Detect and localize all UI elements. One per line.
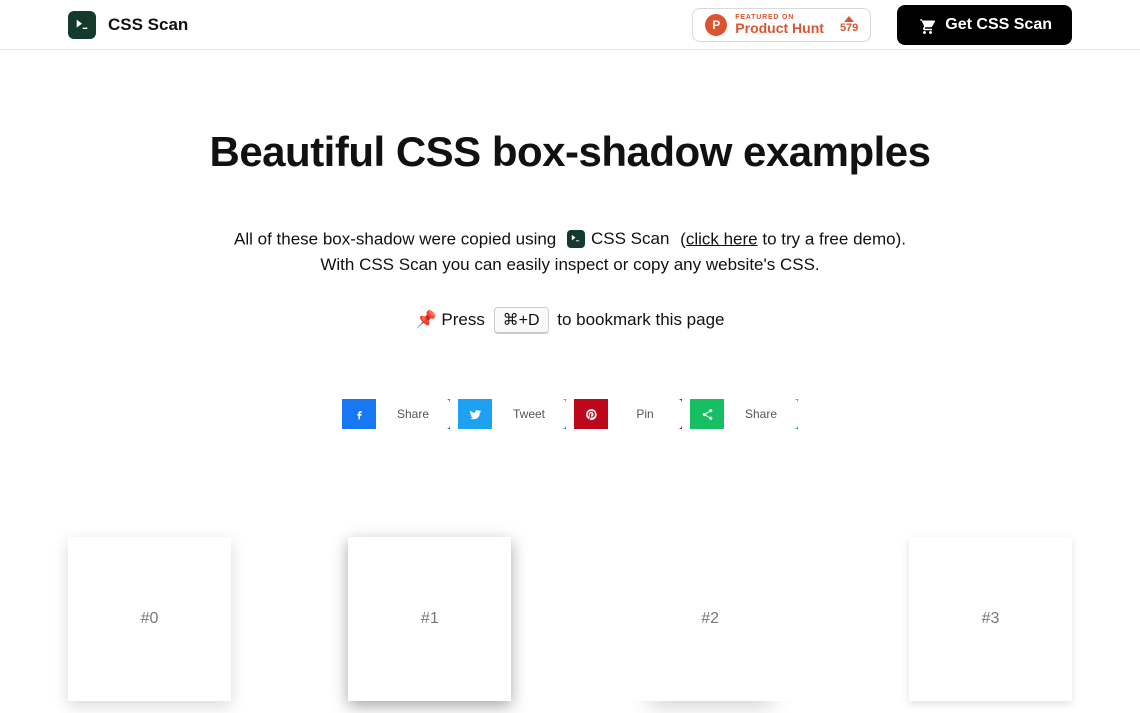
click-here-link[interactable]: click here (686, 229, 758, 248)
site-header: CSS Scan P Featured on Product Hunt 579 … (0, 0, 1140, 50)
shadow-card[interactable]: #3 (909, 537, 1072, 701)
main-content: Beautiful CSS box-shadow examples All of… (0, 50, 1140, 701)
card-label: #2 (701, 610, 719, 628)
intro-prefix: All of these box-shadow were copied usin… (234, 229, 561, 248)
brand[interactable]: CSS Scan (68, 11, 188, 39)
intro-line2: With CSS Scan you can easily inspect or … (320, 255, 819, 274)
product-hunt-badge[interactable]: P Featured on Product Hunt 579 (692, 8, 871, 42)
bookmark-hint: 📌 Press ⌘+D to bookmark this page (0, 307, 1140, 334)
share-facebook-button[interactable]: Share (342, 399, 450, 429)
card-label: #3 (982, 610, 1000, 628)
share-twitter-label: Tweet (492, 399, 566, 429)
share-bar: Share Tweet Pin Share (0, 399, 1140, 429)
sharethis-icon (690, 399, 724, 429)
card-label: #1 (421, 610, 439, 628)
twitter-icon (458, 399, 492, 429)
shadow-card[interactable]: #1 (348, 537, 511, 701)
share-pinterest-button[interactable]: Pin (574, 399, 682, 429)
page-title: Beautiful CSS box-shadow examples (0, 128, 1140, 176)
cards-grid: #0 #1 #2 #3 (0, 537, 1140, 701)
pushpin-icon: 📌 (415, 310, 436, 329)
share-facebook-label: Share (376, 399, 450, 429)
share-sharethis-button[interactable]: Share (690, 399, 798, 429)
press-label: Press (441, 310, 484, 329)
facebook-icon (342, 399, 376, 429)
cart-icon (917, 16, 935, 34)
ph-votes: 579 (840, 16, 858, 34)
bookmark-after: to bookmark this page (557, 310, 724, 329)
brand-name: CSS Scan (108, 15, 188, 35)
get-css-scan-button[interactable]: Get CSS Scan (897, 5, 1072, 45)
ph-name: Product Hunt (735, 21, 824, 35)
share-pinterest-label: Pin (608, 399, 682, 429)
share-sharethis-label: Share (724, 399, 798, 429)
share-twitter-button[interactable]: Tweet (458, 399, 566, 429)
shadow-card[interactable]: #2 (629, 537, 792, 701)
css-scan-logo-icon (68, 11, 96, 39)
product-hunt-logo-icon: P (705, 14, 727, 36)
css-scan-inline-name: CSS Scan (591, 226, 669, 252)
ph-vote-count: 579 (840, 22, 858, 34)
pinterest-icon (574, 399, 608, 429)
intro-after-click: to try a free demo). (758, 229, 906, 248)
css-scan-inline-link[interactable]: CSS Scan (567, 226, 669, 252)
css-scan-logo-icon (567, 230, 585, 248)
shadow-card[interactable]: #0 (68, 537, 231, 701)
header-right: P Featured on Product Hunt 579 Get CSS S… (692, 5, 1072, 45)
card-label: #0 (141, 610, 159, 628)
intro-paragraph: All of these box-shadow were copied usin… (0, 226, 1140, 277)
cta-label: Get CSS Scan (945, 16, 1052, 34)
keyboard-shortcut: ⌘+D (494, 307, 549, 334)
